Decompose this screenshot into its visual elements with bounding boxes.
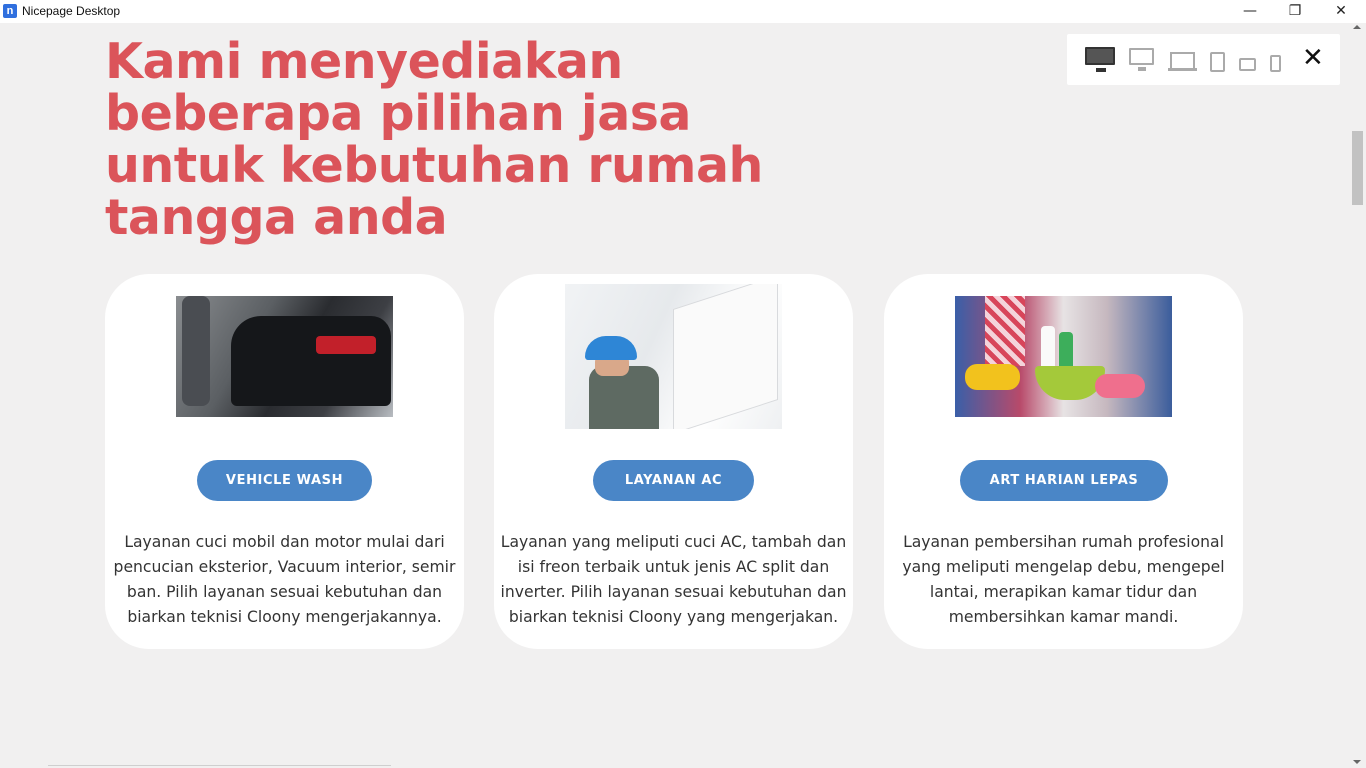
tablet-landscape-icon[interactable] [1239, 58, 1256, 71]
desktop-icon[interactable] [1085, 47, 1115, 72]
photo-apron-shape [985, 296, 1025, 366]
minimize-button[interactable]: — [1227, 0, 1273, 23]
layanan-ac-button[interactable]: LAYANAN AC [593, 460, 754, 501]
restore-button[interactable]: ❐ [1272, 0, 1318, 23]
nicepage-app-icon: n [3, 4, 17, 18]
scroll-down-arrow-icon[interactable] [1353, 760, 1361, 764]
photo-ac-unit-shape [673, 284, 778, 429]
photo-tail-light-shape [316, 336, 376, 354]
window-title: Nicepage Desktop [22, 4, 121, 18]
service-card-vehicle-wash: VEHICLE WASH Layanan cuci mobil dan moto… [105, 274, 464, 649]
window-title-bar: n Nicepage Desktop — ❐ ✕ [0, 0, 1366, 23]
ac-service-photo [565, 284, 782, 429]
service-card-layanan-ac: LAYANAN AC Layanan yang meliputi cuci AC… [494, 274, 853, 649]
phone-icon[interactable] [1270, 55, 1281, 72]
vehicle-wash-button[interactable]: VEHICLE WASH [197, 460, 372, 501]
device-preview-toolbar: ✕ [1067, 34, 1340, 85]
photo-glove-shape [965, 364, 1020, 390]
vertical-scrollbar[interactable] [1349, 23, 1366, 768]
cleaning-photo [955, 296, 1172, 417]
art-harian-lepas-button[interactable]: ART HARIAN LEPAS [960, 460, 1168, 501]
photo-car-shape [231, 316, 391, 406]
card-description: Layanan pembersihan rumah profesional ya… [902, 533, 1225, 626]
service-card-art-harian-lepas: ART HARIAN LEPAS Layanan pembersihan rum… [884, 274, 1243, 649]
card-description: Layanan yang meliputi cuci AC, tambah da… [500, 533, 847, 626]
card-description: Layanan cuci mobil dan motor mulai dari … [113, 533, 456, 626]
car-wash-photo [176, 296, 393, 417]
laptop-icon[interactable] [1168, 52, 1197, 71]
close-preview-icon[interactable]: ✕ [1302, 43, 1324, 73]
photo-bottle-shape [1059, 332, 1073, 370]
photo-bottle-shape [1041, 326, 1055, 370]
close-window-button[interactable]: ✕ [1318, 0, 1364, 23]
scrollbar-thumb[interactable] [1352, 131, 1363, 205]
monitor-icon[interactable] [1129, 48, 1154, 71]
photo-person-shape [182, 296, 210, 406]
scroll-up-arrow-icon[interactable] [1353, 25, 1361, 29]
photo-glove-shape [1095, 374, 1145, 398]
tablet-icon[interactable] [1210, 52, 1225, 72]
photo-cap-shape [585, 336, 637, 360]
page-title: Kami menyediakan beberapa pilihan jasa u… [105, 33, 763, 246]
